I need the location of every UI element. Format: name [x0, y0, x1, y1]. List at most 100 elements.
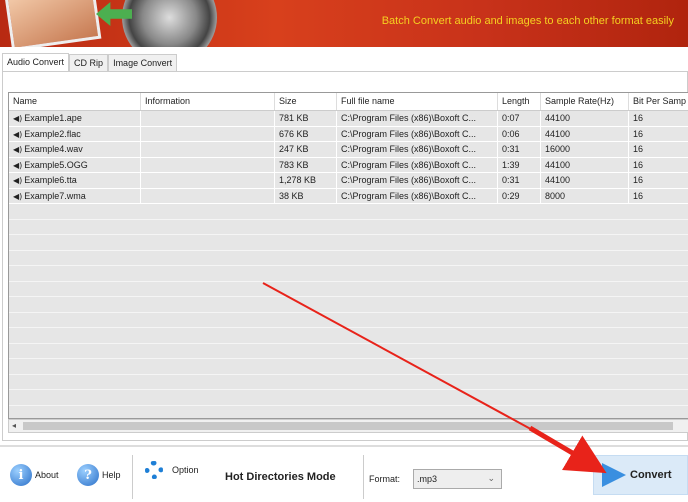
empty-row [9, 235, 688, 251]
cell-text: 8000 [545, 190, 566, 201]
cell-information [141, 142, 275, 157]
cell-text: C:\Program Files (x86)\Boxoft C... [341, 144, 477, 154]
scroll-left-icon[interactable]: ◂ [12, 421, 16, 430]
cell-size: 676 KB [275, 126, 337, 141]
cell-size: 38 KB [275, 188, 337, 203]
column-header-information[interactable]: Information [141, 93, 275, 110]
banner-face-image [4, 0, 102, 47]
cell-text: 1,278 KB [279, 175, 317, 185]
speaker-icon: ◀) [13, 145, 23, 154]
cell-text: 16 [633, 128, 644, 139]
bottom-toolbar: i About ? Help Option Hot Directories Mo… [0, 445, 688, 502]
table-row[interactable]: ◀) Example5.OGG 783 KB C:\Program Files (x8… [9, 157, 688, 173]
cell-bit-per-sample: 16 [629, 158, 688, 173]
speaker-icon: ◀) [13, 176, 23, 185]
table-row[interactable]: ◀) Example4.wav 247 KB C:\Program Files (x8… [9, 142, 688, 158]
toolbar-divider [132, 455, 133, 499]
cell-sample-rate: 8000 [541, 188, 629, 203]
table-row[interactable]: ◀) Example1.ape 781 KB C:\Program Files (x8… [9, 111, 688, 127]
gear-icon [145, 461, 163, 479]
empty-row [9, 406, 688, 419]
cell-name: ◀) Example4.wav [9, 142, 141, 157]
empty-row [9, 251, 688, 266]
audio-convert-panel: Name Information Size Full file name Len… [2, 71, 688, 441]
cell-text: C:\Program Files (x86)\Boxoft C... [341, 175, 477, 185]
scrollbar-thumb[interactable] [23, 422, 673, 430]
column-header-bit-per-sample[interactable]: Bit Per Samp [629, 93, 688, 110]
column-header-name[interactable]: Name [9, 93, 141, 110]
empty-row [9, 359, 688, 375]
cell-text: 0:31 [502, 144, 520, 154]
cell-bit-per-sample: 16 [629, 127, 688, 142]
format-select[interactable]: .mp3 ⌄ [413, 469, 502, 489]
cell-size: 1,278 KB [275, 173, 337, 188]
cell-text: 16 [633, 190, 644, 201]
cell-bit-per-sample: 16 [629, 189, 688, 204]
table-row[interactable]: ◀) Example7.wma 38 KB C:\Program Files (x86… [9, 188, 688, 204]
cell-text: 16000 [545, 144, 571, 154]
cell-length: 1:39 [498, 157, 541, 172]
empty-row [9, 220, 688, 235]
cell-text: 44100 [545, 175, 571, 185]
empty-row [9, 266, 688, 282]
horizontal-scrollbar[interactable]: ◂ [8, 419, 688, 433]
cell-sample-rate: 16000 [541, 142, 629, 157]
speaker-icon: ◀) [13, 191, 23, 201]
option-button[interactable]: Option [145, 461, 199, 479]
cell-text: 44100 [545, 128, 571, 139]
cell-text: Example6.tta [24, 175, 77, 185]
cell-size: 781 KB [275, 111, 337, 126]
table-row[interactable]: ◀) Example2.flac 676 KB C:\Program Files (x… [9, 126, 688, 142]
tab-image-convert[interactable]: Image Convert [108, 54, 178, 71]
about-button[interactable]: i About [10, 464, 59, 486]
speaker-icon: ◀) [13, 160, 23, 170]
cell-information [141, 173, 275, 188]
cell-bit-per-sample: 16 [629, 142, 688, 157]
cell-text: Example7.wma [24, 190, 86, 201]
help-button[interactable]: ? Help [77, 464, 121, 486]
option-label: Option [172, 465, 199, 475]
cell-text: Example2.flac [24, 128, 81, 139]
column-header-length[interactable]: Length [498, 93, 541, 110]
cell-sample-rate: 44100 [541, 157, 629, 172]
empty-row [9, 297, 688, 313]
hot-directories-mode-button[interactable]: Hot Directories Mode [225, 471, 336, 483]
cell-text: Example4.wav [24, 144, 83, 154]
app-banner: Batch Convert audio and images to each o… [0, 0, 688, 47]
cell-sample-rate: 44100 [541, 173, 629, 188]
table-row[interactable]: ◀) Example6.tta 1,278 KB C:\Program Files (… [9, 173, 688, 189]
cell-length: 0:31 [498, 142, 541, 157]
speaker-icon: ◀) [13, 114, 23, 123]
speaker-image [122, 0, 217, 47]
empty-row [9, 313, 688, 328]
tab-audio-convert[interactable]: Audio Convert [2, 53, 70, 71]
empty-row [9, 344, 688, 359]
cell-text: 781 KB [279, 113, 309, 123]
cell-text: Example5.OGG [24, 159, 88, 170]
format-label: Format: [369, 474, 401, 484]
tab-cd-rip[interactable]: CD Rip [69, 54, 109, 71]
cell-text: C:\Program Files (x86)\Boxoft C... [341, 190, 477, 201]
file-list[interactable]: Name Information Size Full file name Len… [8, 92, 688, 419]
cell-full-file-name: C:\Program Files (x86)\Boxoft C... [337, 142, 498, 157]
format-value: .mp3 [417, 474, 438, 484]
banner-tagline: Batch Convert audio and images to each o… [381, 15, 674, 27]
cell-text: 44100 [545, 113, 571, 123]
cell-text: 783 KB [279, 159, 309, 170]
cell-text: 38 KB [279, 190, 304, 201]
column-header-size[interactable]: Size [275, 93, 337, 110]
cell-information [141, 126, 275, 141]
cell-full-file-name: C:\Program Files (x86)\Boxoft C... [337, 188, 498, 203]
toolbar-divider [363, 455, 364, 499]
cell-name: ◀) Example1.ape [9, 111, 141, 126]
cell-length: 0:31 [498, 173, 541, 188]
column-header-full-file-name[interactable]: Full file name [337, 93, 498, 110]
cell-information [141, 188, 275, 203]
empty-row [9, 204, 688, 220]
info-icon: i [10, 464, 32, 486]
convert-button[interactable]: Convert [593, 455, 688, 495]
cell-full-file-name: C:\Program Files (x86)\Boxoft C... [337, 157, 498, 172]
column-header-sample-rate[interactable]: Sample Rate(Hz) [541, 93, 629, 110]
cell-full-file-name: C:\Program Files (x86)\Boxoft C... [337, 126, 498, 141]
cell-text: 247 KB [279, 144, 309, 154]
